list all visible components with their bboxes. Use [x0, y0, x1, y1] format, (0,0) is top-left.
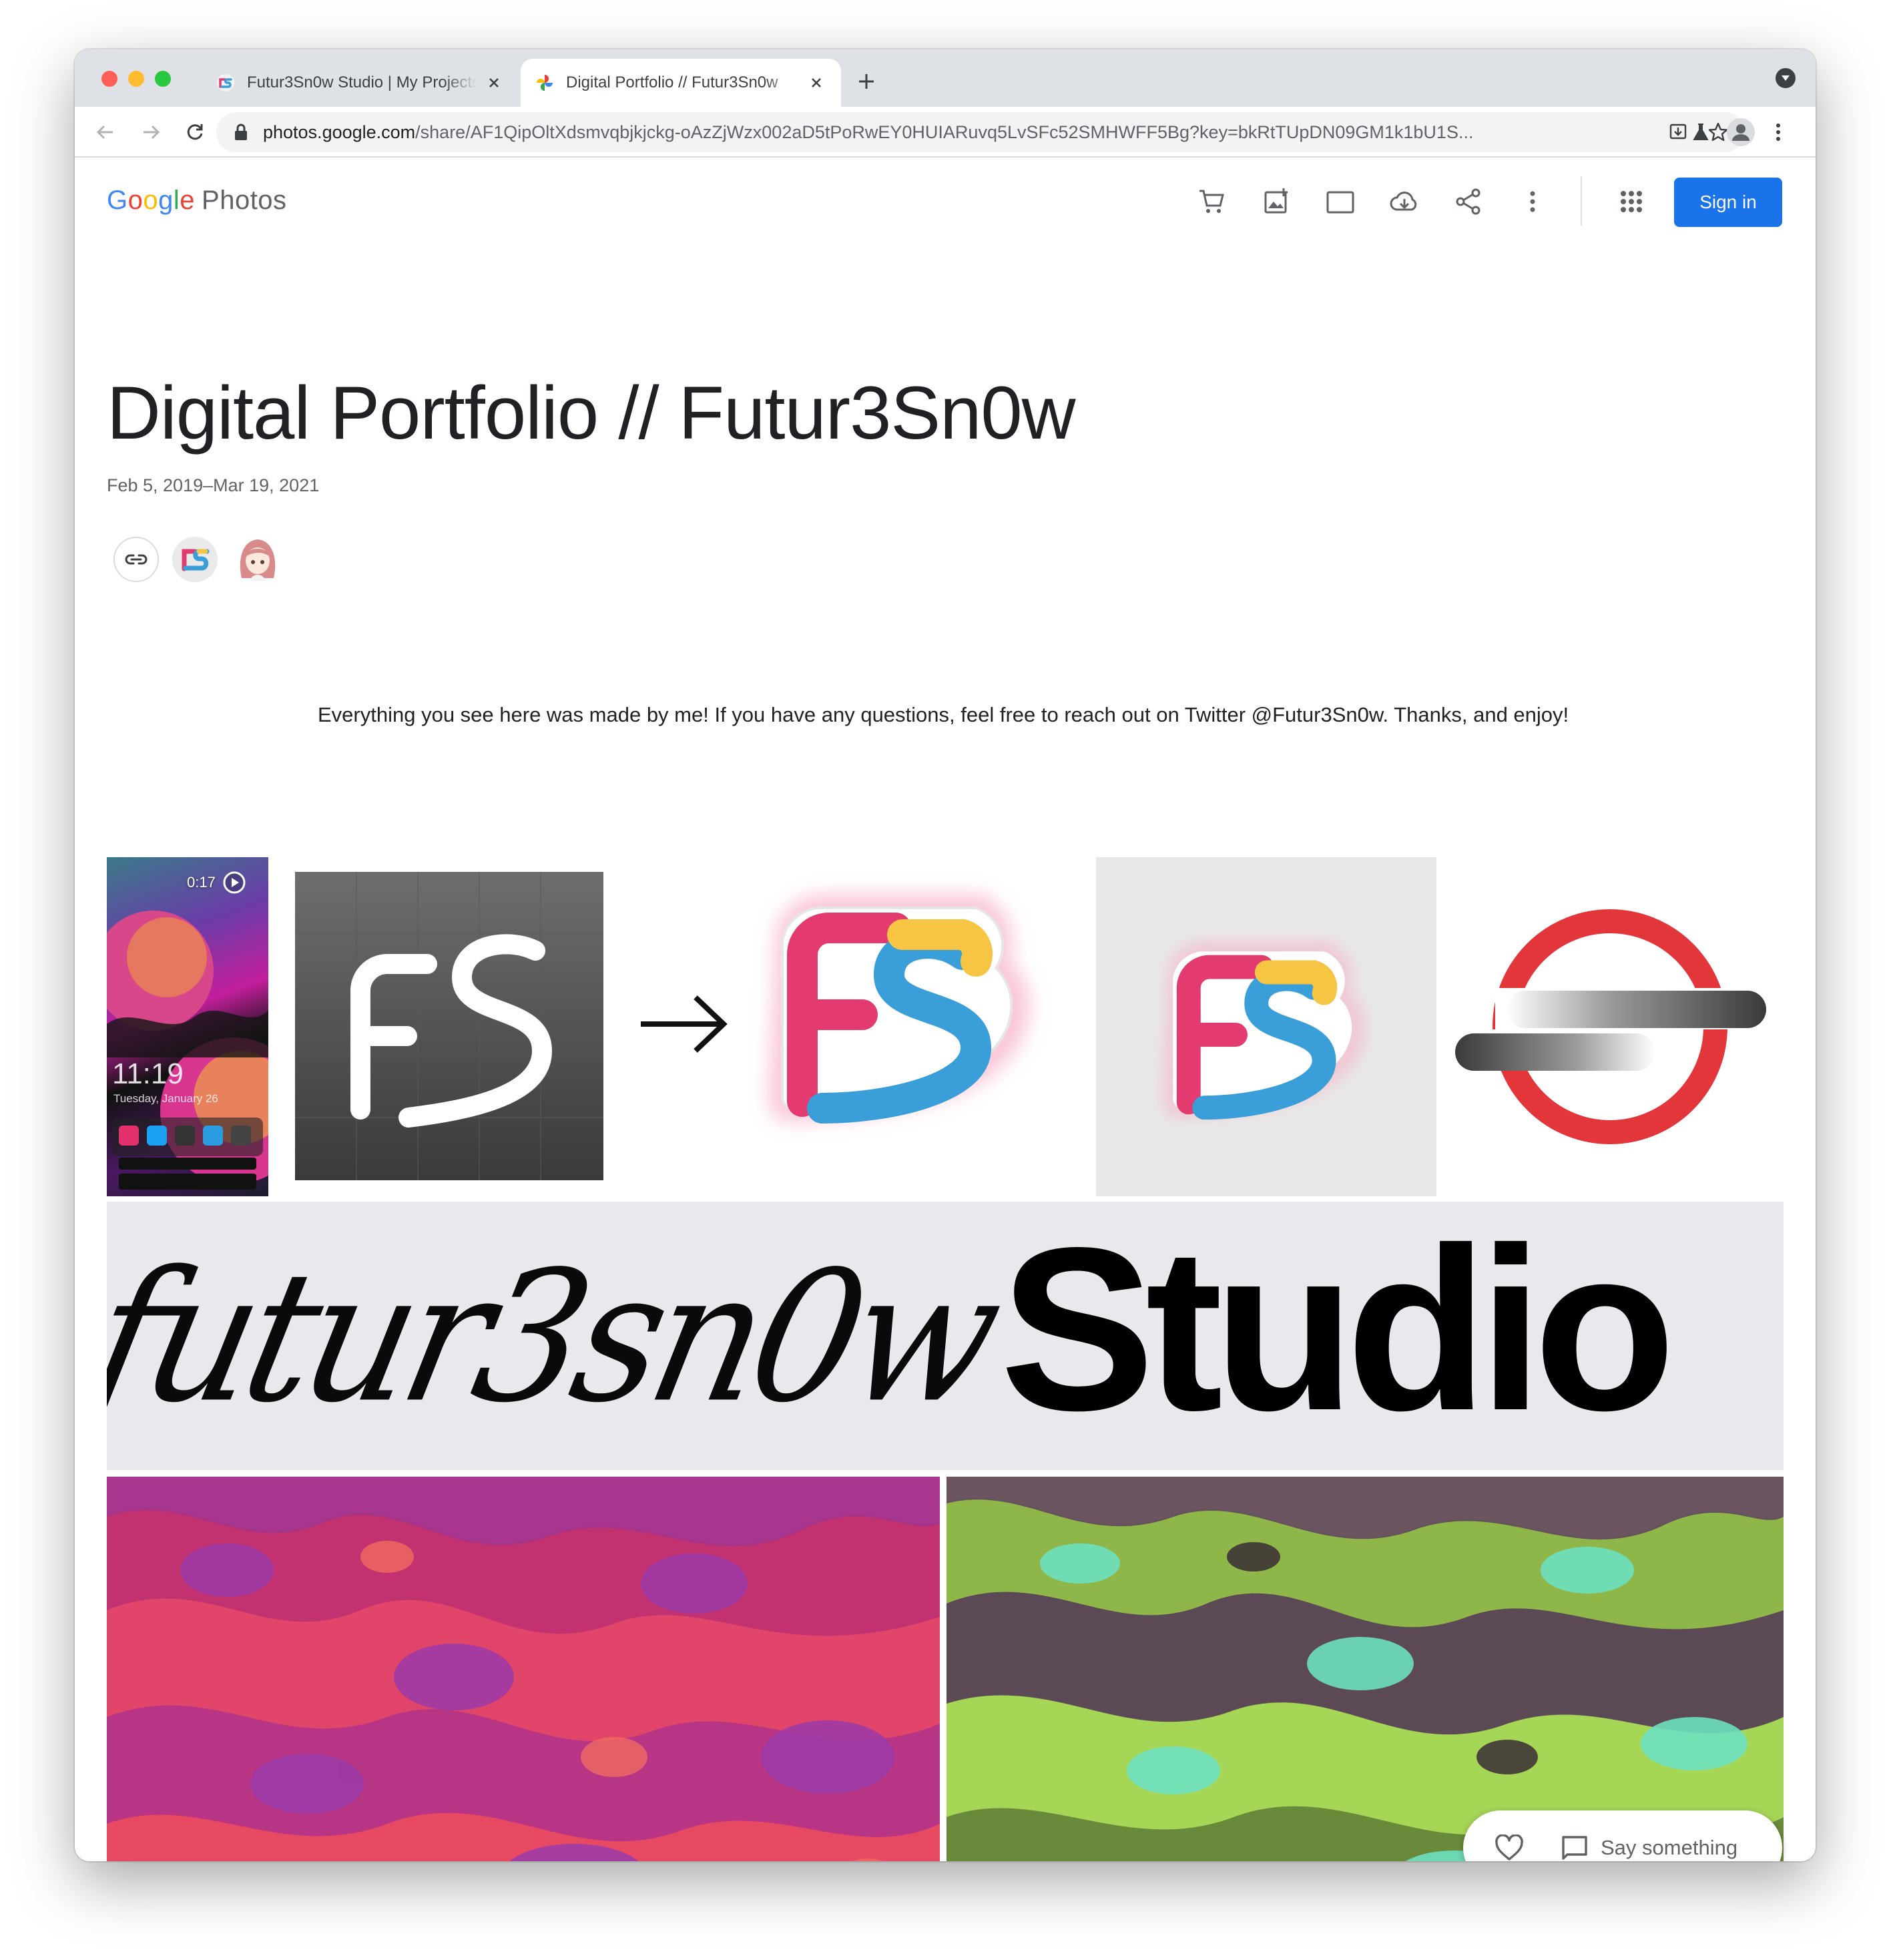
like-button[interactable]: [1480, 1819, 1538, 1861]
comment-placeholder: Say something: [1601, 1836, 1738, 1859]
tab-close-icon[interactable]: [806, 73, 826, 93]
logo-letter: o: [143, 186, 159, 215]
logo-letter: o: [127, 186, 144, 215]
plus-icon: [859, 74, 874, 89]
download-all-button[interactable]: [1384, 182, 1424, 222]
url-text: photos.google.com/share/AF1QipOltXdsmvqb…: [263, 122, 1558, 143]
more-options-button[interactable]: [1513, 182, 1553, 222]
photo-logo-on-gray[interactable]: [1096, 857, 1436, 1196]
photo-futur3sn0w-studio-wordmark[interactable]: futur3sn0w Studio: [107, 1202, 1784, 1470]
new-tab-button[interactable]: [852, 67, 881, 96]
more-vert-icon: [1530, 191, 1535, 212]
tab-digital-portfolio[interactable]: Digital Portfolio // Futur3Sn0w: [521, 59, 841, 107]
logo-redesign-image: [295, 872, 1030, 1180]
chevron-down-icon: [1782, 75, 1790, 81]
reload-icon: [187, 124, 203, 140]
logo-letter: l: [173, 186, 180, 215]
tab-strip: Futur3Sn0w Studio | My Projects Digital …: [75, 49, 1816, 107]
wordmark-script: futur3sn0w: [107, 1232, 1011, 1443]
more-vert-icon: [1776, 124, 1780, 141]
planet-wallpaper-image: [107, 911, 268, 1190]
photo-pink-topographic-pattern[interactable]: [107, 1477, 940, 1861]
url-host: photos.google.com: [263, 121, 416, 142]
album-dates: Feb 5, 2019–Mar 19, 2021: [107, 475, 320, 495]
flask-icon: [1693, 124, 1709, 140]
browser-window: Futur3Sn0w Studio | My Projects Digital …: [75, 49, 1816, 1861]
google-photos-page: Google Photos Sign in Digital Portfolio …: [75, 158, 1816, 1861]
add-photos-button[interactable]: [1256, 182, 1296, 222]
browser-menu-button[interactable]: [1764, 117, 1793, 147]
tab-close-icon[interactable]: [484, 73, 504, 93]
sign-in-button[interactable]: Sign in: [1674, 178, 1782, 227]
slideshow-icon: [1326, 191, 1354, 214]
photo-phone-wallpaper-video[interactable]: 0:17 11:19 Tuesday, January 26: [107, 857, 268, 1196]
fs-logo-icon: [172, 537, 218, 582]
address-bar[interactable]: photos.google.com/share/AF1QipOltXdsmvqb…: [216, 112, 1745, 152]
comment-icon: [1562, 1836, 1587, 1860]
share-button[interactable]: [1448, 182, 1489, 222]
photo-red-ring-logo[interactable]: [1455, 857, 1784, 1196]
reaction-bar: Say something: [1463, 1810, 1782, 1861]
app-header: Google Photos Sign in: [75, 158, 1816, 246]
phone-date: Tuesday, January 26: [113, 1092, 218, 1105]
lock-icon: [235, 124, 247, 140]
profile-button[interactable]: [1726, 117, 1756, 147]
album-title: Digital Portfolio // Futur3Sn0w: [107, 371, 1076, 455]
shopping-cart-icon: [1199, 190, 1224, 213]
tab-futur3sn0w-studio[interactable]: Futur3Sn0w Studio | My Projects: [202, 59, 519, 107]
owner-avatar[interactable]: [172, 537, 218, 582]
order-photo-book-button[interactable]: [1192, 182, 1232, 222]
anime-character-avatar-icon: [240, 539, 276, 581]
back-button[interactable]: [91, 117, 120, 147]
google-photos-logo[interactable]: Google Photos: [107, 186, 287, 216]
album-description: Everything you see here was made by me! …: [318, 703, 1569, 726]
slideshow-button[interactable]: [1320, 182, 1360, 222]
arrow-forward-icon: [144, 125, 160, 140]
tab-title: Futur3Sn0w Studio | My Projects: [247, 73, 477, 91]
add-to-album-icon: [1264, 188, 1288, 214]
url-path: /share/AF1QipOltXdsmvqbjkjckg-oAzZjWzx00…: [415, 121, 1474, 142]
google-apps-button[interactable]: [1611, 182, 1651, 222]
red-ring-logo-image: [1455, 909, 1766, 1144]
labs-button[interactable]: [1686, 117, 1715, 147]
play-circle-icon: [223, 871, 246, 894]
copy-link-button[interactable]: [113, 537, 159, 582]
cloud-download-icon: [1390, 192, 1417, 211]
logo-product-name: Photos: [202, 186, 287, 215]
green-paper-cut-image: [947, 1477, 1784, 1861]
browser-toolbar: photos.google.com/share/AF1QipOltXdsmvqb…: [75, 107, 1816, 158]
fs-logo-icon: [217, 74, 234, 91]
contributor-avatar[interactable]: [232, 534, 283, 585]
comment-button[interactable]: Say something: [1561, 1834, 1737, 1861]
logo-letter: e: [180, 186, 196, 215]
forward-button[interactable]: [136, 117, 166, 147]
share-icon: [1456, 188, 1480, 215]
window-minimize-button[interactable]: [128, 71, 144, 87]
photo-logo-evolution[interactable]: [295, 857, 1141, 1196]
video-badge: 0:17: [187, 871, 246, 895]
logo-letter: G: [107, 186, 128, 215]
window-close-button[interactable]: [101, 71, 117, 87]
arrow-back-icon: [96, 125, 113, 140]
link-icon: [125, 554, 148, 565]
google-photos-pinwheel-icon: [537, 75, 553, 91]
phone-clock: 11:19: [112, 1057, 184, 1090]
wordmark-studio: Studio: [1000, 1202, 1675, 1459]
tab-search-button[interactable]: [1776, 68, 1796, 88]
account-avatar-icon: [1727, 118, 1755, 146]
photo-green-topographic-pattern[interactable]: [947, 1477, 1784, 1861]
window-maximize-button[interactable]: [155, 71, 171, 87]
pink-paper-cut-image: [107, 1477, 940, 1861]
install-icon: [1669, 124, 1687, 140]
heart-outline-icon: [1495, 1834, 1523, 1861]
reload-button[interactable]: [180, 117, 210, 147]
logo-letter: g: [158, 186, 174, 215]
header-divider: [1581, 176, 1582, 226]
video-duration: 0:17: [187, 874, 216, 891]
apps-grid-icon: [1621, 191, 1642, 212]
color-logo-image: [1162, 941, 1366, 1120]
tab-title: Digital Portfolio // Futur3Sn0w: [566, 73, 778, 91]
